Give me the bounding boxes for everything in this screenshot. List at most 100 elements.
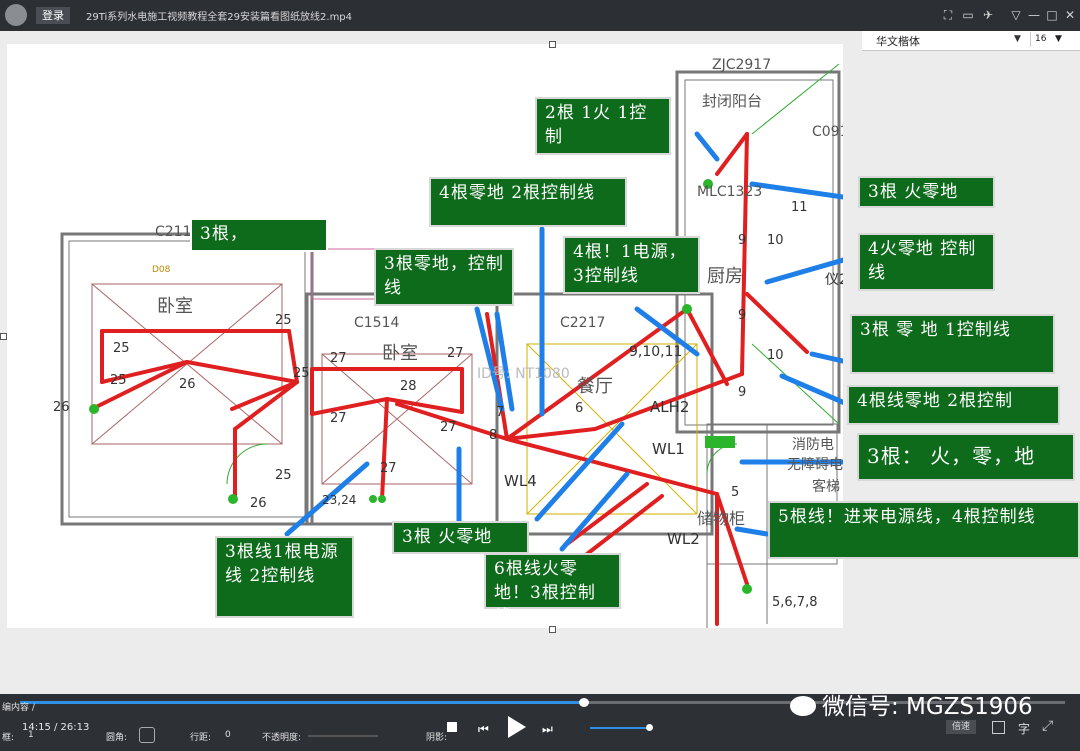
wire-number: 27 <box>380 461 397 476</box>
video-title: 29Ti系列水电施工视频教程全套29安装篇看图纸放线2.mp4 <box>86 12 353 23</box>
plan-code: WL1 <box>652 440 685 458</box>
room-label: 无障碍电 <box>787 457 843 473</box>
resize-handle[interactable] <box>0 333 7 340</box>
wire-number: 25 <box>275 313 292 328</box>
close-icon[interactable]: ✕ <box>1062 6 1078 24</box>
login-button[interactable]: 登录 <box>36 7 70 24</box>
menu-icon[interactable]: ▽ <box>1008 6 1024 24</box>
playback-time: 14:15 / 26:13 <box>22 722 90 733</box>
chevron-down-icon: ▼ <box>1055 34 1062 44</box>
volume-handle[interactable] <box>646 724 653 731</box>
play-icon[interactable] <box>508 716 526 738</box>
wire-number: 27 <box>440 420 457 435</box>
wire-number: 25 <box>293 366 310 381</box>
screenshot-icon[interactable]: ⛶ <box>940 6 956 24</box>
font-name-select[interactable]: 华文楷体 <box>876 33 920 49</box>
resize-handle[interactable] <box>549 41 556 48</box>
plan-code: ALH2 <box>650 398 689 416</box>
annotation-label: 5根线！进来电源线，4根控制线 <box>768 501 1080 559</box>
app-logo-icon <box>5 4 27 26</box>
annotation-label: 3根零地，控制线 <box>374 248 514 306</box>
room-label: 卧室 <box>382 343 418 364</box>
wire-number: 26 <box>53 400 70 415</box>
wechat-watermark: 微信号: MGZS1906 <box>790 687 1033 721</box>
folder-icon[interactable]: ▭ <box>960 6 976 24</box>
pip-icon[interactable] <box>992 721 1005 734</box>
wire-number: 26 <box>179 377 196 392</box>
wire-number: 26 <box>250 496 267 511</box>
room-label: 客梯 <box>812 478 840 495</box>
edit-content-label: 编内容 / <box>2 703 35 713</box>
line-spacing-value[interactable]: 0 <box>225 730 231 740</box>
wire-number: 11 <box>791 200 808 215</box>
progress-handle[interactable] <box>579 698 589 707</box>
room-label: 厨房 <box>707 266 743 287</box>
volume-slider[interactable] <box>590 727 648 729</box>
wire-number: 10 <box>767 233 784 248</box>
shadow-label: 阴影: <box>426 733 448 743</box>
plan-code: WL4 <box>504 472 537 490</box>
wire-number: 9 <box>738 308 746 323</box>
fullscreen-icon[interactable]: ⤢ <box>1042 718 1053 734</box>
maximize-icon[interactable]: □ <box>1044 6 1060 24</box>
annotation-label: 3根 火零地 <box>392 521 529 554</box>
room-label: 卧室 <box>157 296 193 317</box>
next-icon[interactable]: ⏭ <box>542 722 553 737</box>
annotation-label: 4根！1电源，3控制线 <box>563 236 700 294</box>
speed-button[interactable]: 倍速 <box>946 720 976 734</box>
wire-number: 27 <box>330 351 347 366</box>
plan-number: 5,6,7,8 <box>772 595 817 610</box>
wire-number: 25 <box>113 341 130 356</box>
annotation-label: 4火零地 控制线 <box>858 233 995 291</box>
room-label: 储物柜 <box>697 509 745 528</box>
plan-code: C1514 <box>354 315 399 331</box>
plan-code: C211 <box>155 224 192 240</box>
wire-number: 27 <box>330 411 347 426</box>
annotation-label: 3根： 火，零，地 <box>857 433 1075 481</box>
frame-label: 框: <box>2 733 15 743</box>
wire-number: 25 <box>110 373 127 388</box>
minimize-icon[interactable]: — <box>1026 6 1042 24</box>
plan-number: 9,10,11 <box>629 344 682 360</box>
plan-code: ZJC2917 <box>712 57 771 73</box>
line-spacing-label: 行距: <box>190 733 212 743</box>
round-corner-label: 圆角: <box>106 733 128 743</box>
room-label: 封闭阳台 <box>702 92 762 110</box>
annotation-label: 4根线零地 2根控制 <box>847 385 1060 425</box>
watermark-text: 微信号: MGZS1906 <box>822 694 1033 720</box>
plan-code: WL2 <box>667 530 700 548</box>
chevron-down-icon[interactable]: ▼ <box>1014 34 1021 44</box>
wire-number: 9 <box>738 385 746 400</box>
previous-icon[interactable]: ⏮ <box>478 722 489 737</box>
round-corner-toggle[interactable] <box>139 727 155 743</box>
font-toolbar: 华文楷体 ▼ 16 ▼ <box>862 31 1080 51</box>
wire-number: 9 <box>738 233 746 248</box>
annotation-label: 2根 1火 1控制 <box>535 97 671 155</box>
wire-number: 8 <box>489 428 497 443</box>
annotation-label: 3根 零 地 1控制线 <box>850 314 1055 374</box>
opacity-slider[interactable] <box>308 735 378 737</box>
wire-number: 27 <box>447 346 464 361</box>
wechat-icon <box>790 696 816 716</box>
plan-code: MLC1323 <box>697 184 762 200</box>
subtitle-button[interactable]: 字 <box>1018 720 1030 737</box>
stop-icon[interactable] <box>447 722 457 732</box>
wire-number: 28 <box>400 379 417 394</box>
wire-number: 7 <box>496 405 504 420</box>
annotation-label-selected[interactable]: 3根， <box>190 218 328 252</box>
resize-handle[interactable] <box>549 626 556 633</box>
wire-number: 25 <box>275 468 292 483</box>
pin-icon[interactable]: ✈ <box>980 6 996 24</box>
plan-code: C2217 <box>560 315 605 331</box>
font-size-select[interactable]: 16 ▼ <box>1030 32 1071 47</box>
annotation-label: 3根 火零地 <box>858 176 995 208</box>
title-bar: 登录 29Ti系列水电施工视频教程全套29安装篇看图纸放线2.mp4 ⛶ ▭ ✈… <box>0 0 1080 31</box>
annotation-label: 4根零地 2根控制线 <box>429 177 627 227</box>
wire-number: 5 <box>731 485 739 500</box>
wire-number: 6 <box>575 401 583 416</box>
room-label: 消防电 <box>792 437 834 453</box>
font-size-value: 16 <box>1035 34 1047 44</box>
annotation-label: 6根线火零地！3根控制线 <box>484 553 621 627</box>
annotation-label: 3根线1根电源线 2控制线 <box>215 536 354 618</box>
plan-number: 23,24 <box>322 493 356 507</box>
